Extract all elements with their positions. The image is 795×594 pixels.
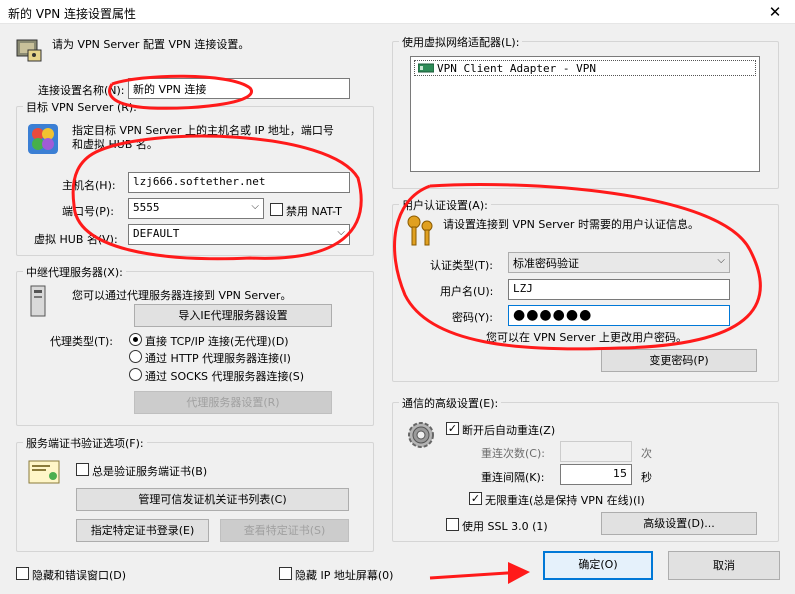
window-title: 新的 VPN 连接设置属性	[8, 7, 137, 21]
manage-trusted-ca-button[interactable]: 管理可信发证机关证书列表(C)	[76, 488, 349, 511]
cancel-button[interactable]: 取消	[668, 551, 780, 580]
gear-icon	[404, 418, 438, 452]
network-adapter-icon	[417, 63, 435, 73]
hide-errors-checkbox[interactable]	[16, 567, 29, 580]
annotation-arrow-head	[508, 562, 530, 584]
proxy-direct-label: 直接 TCP/IP 连接(无代理)(D)	[145, 335, 289, 348]
connection-name-input[interactable]: 新的 VPN 连接	[128, 78, 350, 99]
infinite-reconnect-checkbox[interactable]: ✓	[469, 492, 482, 505]
password-label: 密码(Y):	[452, 311, 494, 324]
proxy-http-label: 通过 HTTP 代理服务器连接(I)	[145, 352, 291, 365]
chevron-down-icon: ⌵	[251, 201, 259, 212]
auto-reconnect-label: 断开后自动重连(Z)	[462, 424, 556, 437]
retry-count-input[interactable]	[560, 441, 632, 462]
ok-button[interactable]: 确定(O)	[543, 551, 653, 580]
hide-ip-label: 隐藏 IP 地址屏幕(0)	[295, 569, 394, 582]
target-desc-line2: 和虚拟 HUB 名。	[72, 138, 158, 151]
use-ssl3-checkbox[interactable]	[446, 518, 459, 531]
intro-text: 请为 VPN Server 配置 VPN 连接设置。	[52, 38, 250, 51]
certificate-icon	[28, 460, 60, 484]
adapter-name: VPN Client Adapter - VPN	[437, 62, 596, 75]
hub-label: 虚拟 HUB 名(V):	[34, 233, 118, 246]
target-server-group-title: 目标 VPN Server (R):	[23, 99, 140, 115]
chevron-down-icon: ⌵	[717, 255, 725, 266]
disable-nat-t-label: 禁用 NAT-T	[286, 205, 342, 218]
proxy-type-label: 代理类型(T):	[50, 335, 114, 348]
disable-nat-t-checkbox[interactable]	[270, 203, 283, 216]
retry-interval-unit: 秒	[641, 471, 652, 484]
username-label: 用户名(U):	[440, 285, 494, 298]
proxy-socks-label: 通过 SOCKS 代理服务器连接(S)	[145, 370, 305, 383]
cert-group-title: 服务端证书验证选项(F):	[23, 435, 147, 451]
retry-interval-input[interactable]: 15	[560, 464, 632, 485]
port-combo[interactable]: 5555 ⌵	[128, 198, 264, 219]
close-icon[interactable]: ✕	[755, 0, 795, 24]
title-bar: 新的 VPN 连接设置属性 ✕	[0, 0, 795, 24]
change-password-button[interactable]: 变更密码(P)	[601, 349, 757, 372]
auth-group-title: 用户认证设置(A):	[399, 197, 491, 213]
proxy-direct-radio[interactable]	[129, 333, 142, 346]
username-input[interactable]: LZJ	[508, 279, 730, 300]
chevron-down-icon: ⌵	[337, 227, 345, 238]
password-input[interactable]: ●●●●●●	[508, 305, 730, 326]
infinite-reconnect-label: 无限重连(总是保持 VPN 在线)(I)	[485, 494, 645, 507]
auth-type-combo[interactable]: 标准密码验证 ⌵	[508, 252, 730, 273]
auth-desc: 请设置连接到 VPN Server 时需要的用户认证信息。	[443, 218, 699, 231]
hub-value: DEFAULT	[133, 227, 180, 240]
advanced-settings-button[interactable]: 高级设置(D)...	[601, 512, 757, 535]
server-icon	[26, 122, 60, 156]
annotation-arrow-shaft	[429, 570, 523, 580]
always-verify-cert-label: 总是验证服务端证书(B)	[92, 465, 208, 478]
retry-count-unit: 次	[641, 447, 652, 460]
hide-ip-checkbox[interactable]	[279, 567, 292, 580]
adapter-list[interactable]: VPN Client Adapter - VPN	[410, 56, 760, 172]
proxy-computer-icon	[28, 285, 48, 317]
hub-combo[interactable]: DEFAULT ⌵	[128, 224, 350, 245]
view-cert-button[interactable]: 查看特定证书(S)	[220, 519, 349, 542]
import-ie-proxy-button[interactable]: 导入IE代理服务器设置	[134, 304, 332, 327]
proxy-socks-radio[interactable]	[129, 368, 142, 381]
host-label: 主机名(H):	[62, 179, 116, 192]
host-input[interactable]: lzj666.softether.net	[128, 172, 350, 193]
advanced-group-title: 通信的高级设置(E):	[399, 395, 502, 411]
retry-count-label: 重连次数(C):	[481, 447, 545, 460]
port-label: 端口号(P):	[62, 205, 114, 218]
settings-app-icon	[14, 34, 44, 64]
port-value: 5555	[133, 201, 160, 214]
list-item[interactable]: VPN Client Adapter - VPN	[414, 60, 756, 76]
retry-interval-label: 重连间隔(K):	[481, 471, 545, 484]
retry-interval-value: 15	[613, 467, 627, 480]
use-ssl3-label: 使用 SSL 3.0 (1)	[462, 520, 548, 533]
auth-type-value: 标准密码验证	[513, 257, 579, 270]
password-note: 您可以在 VPN Server 上更改用户密码。	[486, 331, 687, 344]
specify-cert-button[interactable]: 指定特定证书登录(E)	[76, 519, 209, 542]
auth-type-label: 认证类型(T):	[430, 259, 494, 272]
auto-reconnect-checkbox[interactable]: ✓	[446, 422, 459, 435]
proxy-desc: 您可以通过代理服务器连接到 VPN Server。	[72, 289, 292, 302]
proxy-settings-button[interactable]: 代理服务器设置(R)	[134, 391, 332, 414]
connection-name-label: 连接设置名称(N):	[38, 84, 125, 97]
adapter-group-title: 使用虚拟网络适配器(L):	[399, 34, 523, 50]
always-verify-cert-checkbox[interactable]	[76, 463, 89, 476]
hide-errors-label: 隐藏和错误窗口(D)	[32, 569, 127, 582]
proxy-group-title: 中继代理服务器(X):	[23, 264, 126, 280]
proxy-http-radio[interactable]	[129, 350, 142, 363]
keys-icon	[404, 214, 436, 248]
